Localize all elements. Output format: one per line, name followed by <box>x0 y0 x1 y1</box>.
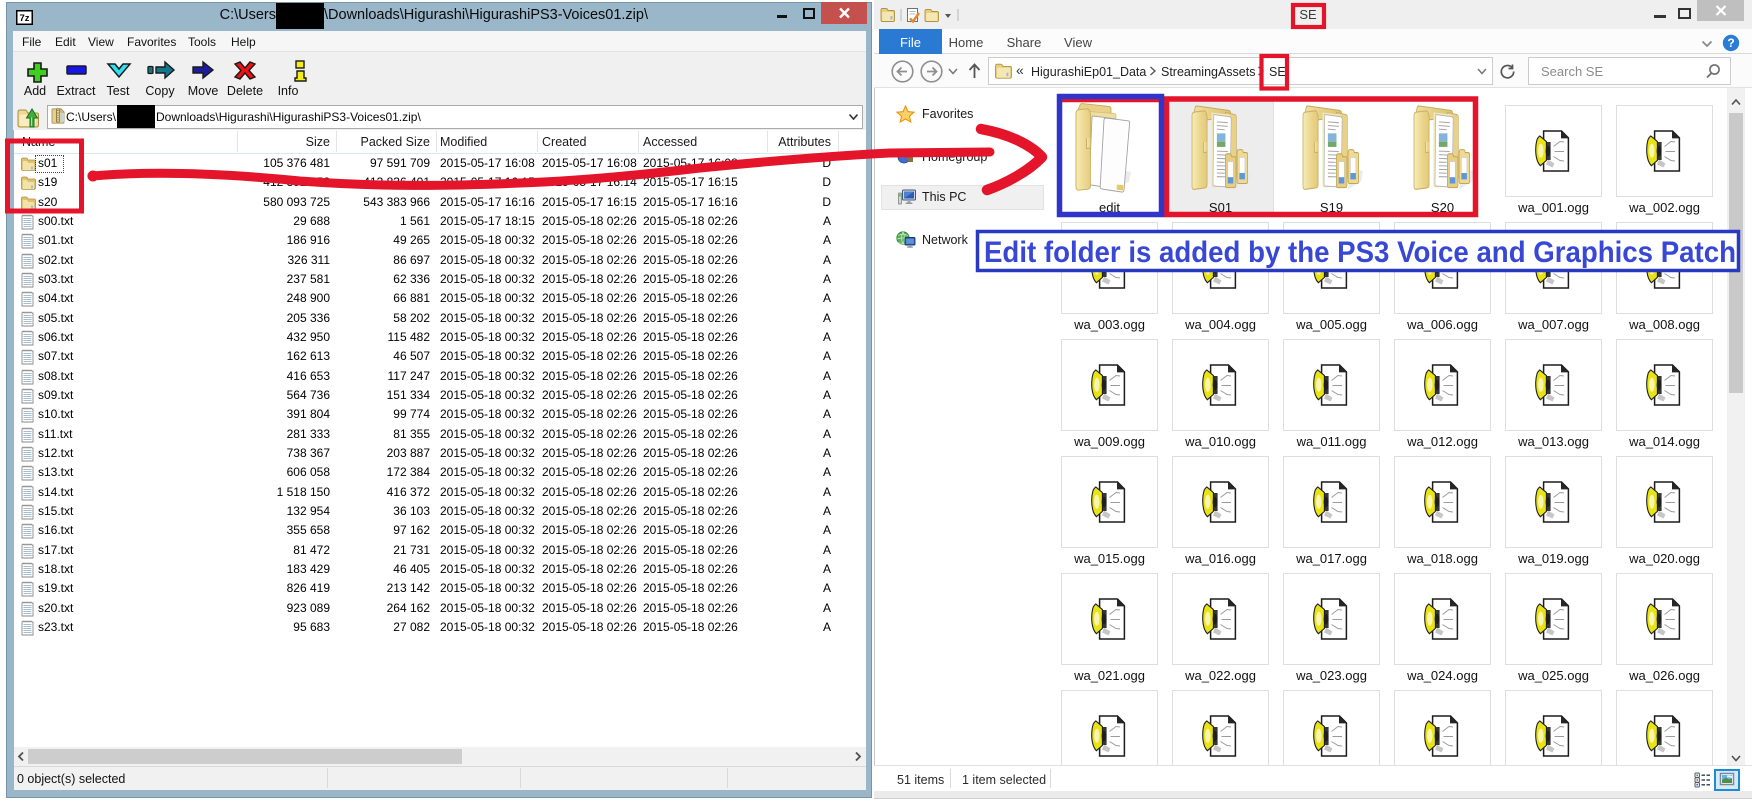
svg-text:Edit folder is added by the PS: Edit folder is added by the PS3 Voice an… <box>984 236 1736 269</box>
